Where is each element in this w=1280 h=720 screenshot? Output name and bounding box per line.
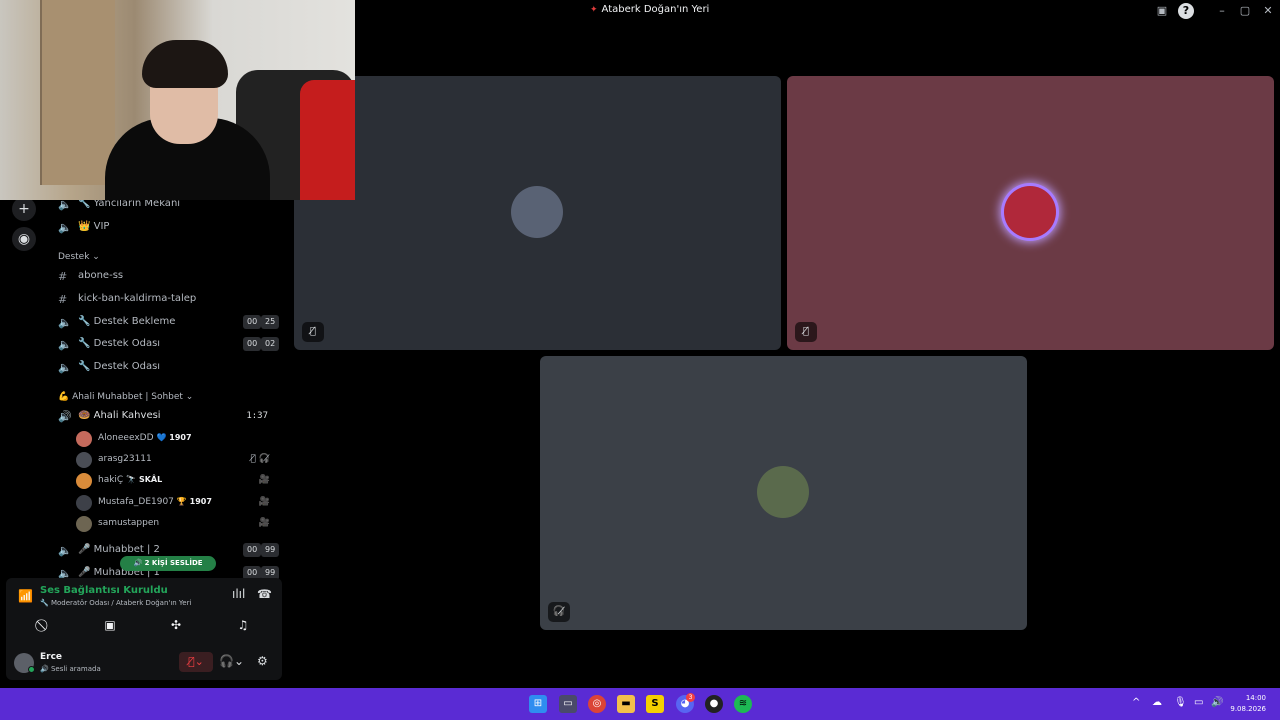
app-s-icon[interactable]: S — [646, 695, 664, 713]
channel-destek-odasi-1[interactable]: 🔈 🔧 Destek Odası 00 02 — [58, 335, 280, 355]
close-button[interactable]: ✕ — [1260, 3, 1276, 19]
avatar — [76, 495, 92, 511]
video-tile-1[interactable]: 🎙̸ — [294, 76, 781, 350]
video-icon: 🎥 — [258, 475, 270, 485]
muted-mic-icon: 🎙̸ — [795, 322, 817, 342]
file-explorer-icon[interactable]: ▬ — [617, 695, 635, 713]
display-icon[interactable]: ▭ — [1194, 697, 1203, 708]
tray-chevron-icon[interactable]: ^ — [1132, 697, 1140, 708]
avatar — [76, 431, 92, 447]
category-ahali[interactable]: 💪 Ahali Muhabbet | Sohbet ⌄ — [58, 392, 193, 402]
voice-channel-icon: 🔈 — [58, 316, 72, 329]
signal-icon[interactable]: 📶 — [18, 589, 33, 603]
add-server-icon[interactable]: + — [12, 197, 36, 221]
muted-deafened-icon: 🎙̸ 🎧̸ — [250, 454, 270, 464]
hash-icon: # — [58, 270, 68, 283]
voice-channel-icon: 🔈 — [58, 338, 72, 351]
spotify-icon[interactable]: ≋ — [734, 695, 752, 713]
taskbar: ⊞ ▭ ◎ ▬ S ◕ 3 ● ≋ ^ ☁ 🎙 ▭ 🔊 14:00 9.08.2… — [0, 688, 1280, 720]
noise-suppression-icon[interactable]: ılıl — [232, 587, 245, 601]
system-clock[interactable]: 14:00 9.08.2026 — [1230, 693, 1266, 715]
mute-button[interactable]: 🎙̸⌄ — [179, 652, 213, 672]
video-icon: 🎥 — [258, 497, 270, 507]
avatar — [76, 452, 92, 468]
voice-user[interactable]: hakiÇ 🔭 SKÂL 🎥 — [76, 471, 280, 491]
discord-app: ✦ Ataberk Doğan'ın Yeri ▣ ? – ▢ ✕ + ◉ 🔈 🔧 … — [0, 0, 1280, 688]
channel-destek-odasi-2[interactable]: 🔈 🔧 Destek Odası — [58, 358, 280, 378]
user-status: 🔊 Sesli aramada — [40, 665, 101, 673]
inbox-icon[interactable]: ▣ — [1154, 3, 1170, 19]
discord-badge: 3 — [686, 693, 695, 702]
obs-icon[interactable]: ● — [705, 695, 723, 713]
voice-channel-icon: 🔈 — [58, 361, 72, 374]
voice-user[interactable]: AloneeexDD 💙 1907 — [76, 429, 280, 449]
volume-icon[interactable]: 🔊 — [1211, 697, 1223, 708]
voice-user[interactable]: samustappen 🎥 — [76, 514, 280, 534]
video-icon: 🎥 — [258, 518, 270, 528]
deafened-icon: 🎧̸ — [548, 602, 570, 622]
voice-channel-icon: 🔈 — [58, 544, 72, 557]
username[interactable]: Erce — [40, 652, 62, 662]
voice-channel-icon: 🔈 — [58, 221, 72, 234]
voice-connection-panel: 📶 Ses Bağlantısı Kuruldu 🔧 Moderatör Oda… — [6, 578, 282, 680]
channel-vip[interactable]: 🔈 👑 VIP — [58, 218, 280, 238]
category-destek[interactable]: Destek ⌄ — [58, 252, 100, 262]
mic-tray-icon[interactable]: 🎙 — [1174, 697, 1187, 708]
server-list: + ◉ — [0, 195, 48, 585]
channel-kick-ban[interactable]: # kick-ban-kaldirma-talep — [58, 290, 280, 310]
speaker-icon: 🔊 — [58, 410, 72, 423]
voice-count-pill[interactable]: 🔊 2 KİŞİ SESLİDE — [120, 556, 216, 571]
settings-icon[interactable]: ⚙ — [257, 654, 268, 668]
headphones-icon[interactable]: 🎧⌄ — [219, 654, 244, 668]
webcam-overlay — [0, 0, 355, 200]
chrome-icon[interactable]: ◎ — [588, 695, 606, 713]
task-view-icon[interactable]: ▭ — [559, 695, 577, 713]
channel-destek-bekleme[interactable]: 🔈 🔧 Destek Bekleme 00 25 — [58, 313, 280, 333]
disconnect-icon[interactable]: ☎ — [257, 587, 272, 601]
video-tile-2[interactable]: 🎙̸ — [787, 76, 1274, 350]
cloud-icon[interactable]: ☁ — [1152, 697, 1162, 708]
video-tile-3[interactable]: 🎧̸ — [540, 356, 1027, 630]
voice-channel-path[interactable]: 🔧 Moderatör Odası / Ataberk Doğan'ın Yer… — [40, 599, 191, 607]
channel-abone-ss[interactable]: # abone-ss — [58, 267, 280, 287]
server-logo-icon: ✦ — [590, 5, 598, 15]
channel-ahali-kahvesi[interactable]: 🔊 🍩 Ahali Kahvesi 1:37 — [58, 407, 280, 427]
hash-icon: # — [58, 293, 68, 306]
voice-status-title[interactable]: Ses Bağlantısı Kuruldu — [40, 585, 168, 596]
start-icon[interactable]: ⊞ — [529, 695, 547, 713]
speaking-avatar — [1004, 186, 1056, 238]
screen-share-icon[interactable]: ▣ — [96, 618, 124, 634]
explore-icon[interactable]: ◉ — [12, 227, 36, 251]
avatar — [76, 473, 92, 489]
channel-list: 🔈 🔧 Yancıların Mekanı 🔈 👑 VIP Destek ⌄ # ab… — [48, 195, 288, 580]
avatar — [76, 516, 92, 532]
window-title: ✦ Ataberk Doğan'ın Yeri — [590, 4, 710, 15]
maximize-button[interactable]: ▢ — [1237, 3, 1253, 19]
minimize-button[interactable]: – — [1214, 3, 1230, 19]
avatar — [757, 466, 809, 518]
help-icon[interactable]: ? — [1178, 3, 1194, 19]
soundboard-icon[interactable]: ♫ — [229, 618, 257, 634]
avatar — [511, 186, 563, 238]
muted-mic-icon: 🎙̸ — [302, 322, 324, 342]
voice-user[interactable]: Mustafa_DE1907 🏆 1907 🎥 — [76, 493, 280, 513]
activities-icon[interactable]: ✣ — [162, 618, 190, 634]
voice-user[interactable]: arasg23111 🎙̸ 🎧̸ — [76, 450, 280, 470]
online-status-dot — [28, 666, 35, 673]
camera-off-icon[interactable]: ⃠ — [30, 618, 58, 634]
